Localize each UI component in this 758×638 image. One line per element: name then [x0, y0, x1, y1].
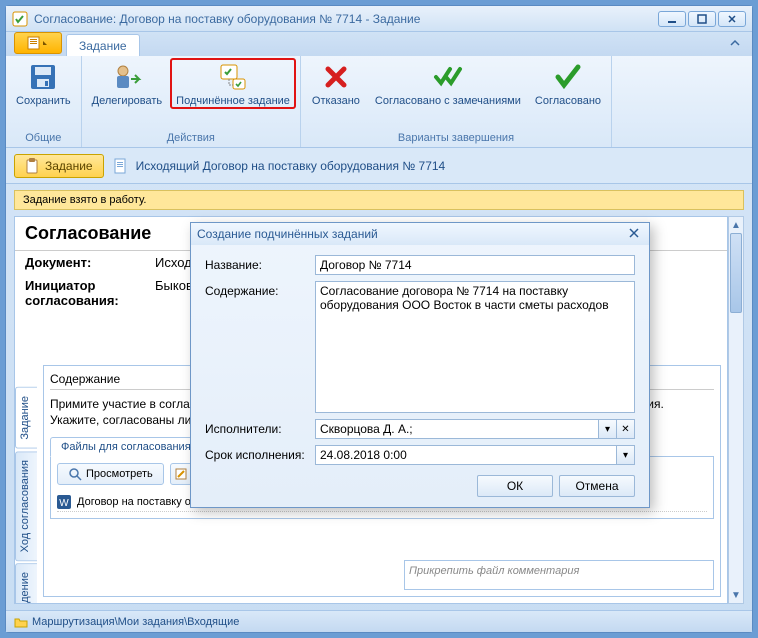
document-bar: Задание Исходящий Договор на поставку об…: [6, 148, 752, 184]
ribbon-btn-label: Сохранить: [16, 95, 71, 107]
dialog-close-button[interactable]: [627, 226, 643, 242]
clear-icon[interactable]: ✕: [616, 420, 634, 438]
ribbon-btn-label: Согласовано: [535, 95, 601, 107]
side-tab-task[interactable]: Задание: [15, 387, 37, 449]
check-icon: [552, 61, 584, 93]
ribbon-group-common: Сохранить Общие: [6, 56, 82, 147]
group-label: Общие: [25, 132, 61, 145]
task-icon: [12, 11, 28, 27]
dialog-row-name: Название:: [205, 255, 635, 275]
comment-attachment-box[interactable]: Прикрепить файл комментария: [404, 560, 714, 590]
content-textarea[interactable]: Согласование договора № 7714 на поставку…: [315, 281, 635, 413]
word-icon: W: [57, 495, 71, 509]
view-button[interactable]: Просмотреть: [57, 463, 164, 485]
executors-combo[interactable]: Скворцова Д. А.; ▾ ✕: [315, 419, 635, 439]
titlebar: Согласование: Договор на поставку оборуд…: [6, 6, 752, 32]
side-tab-approval[interactable]: Ход согласования: [15, 451, 37, 561]
minimize-button[interactable]: [658, 11, 686, 27]
ribbon-tab-label: Задание: [79, 39, 127, 53]
scroll-thumb[interactable]: [730, 233, 742, 313]
name-input[interactable]: [315, 255, 635, 275]
ribbon-btn-label: Отказано: [312, 95, 360, 107]
task-pill-label: Задание: [45, 159, 93, 173]
document-icon: [112, 158, 128, 174]
dropdown-icon[interactable]: ▾: [598, 420, 616, 438]
field-label: Исполнители:: [205, 419, 315, 436]
close-button[interactable]: [718, 11, 746, 27]
create-subtask-dialog: Создание подчинённых заданий Название: С…: [190, 222, 650, 508]
dialog-buttons: ОК Отмена: [205, 475, 635, 497]
folder-icon: [14, 616, 28, 628]
agreed-button[interactable]: Согласовано: [529, 58, 607, 107]
dialog-row-executors: Исполнители: Скворцова Д. А.; ▾ ✕: [205, 419, 635, 439]
group-label: Варианты завершения: [398, 132, 514, 145]
ribbon-tab-strip: Задание: [6, 32, 752, 56]
save-button[interactable]: Сохранить: [10, 58, 77, 107]
ribbon-btn-label: Согласовано с замечаниями: [375, 95, 521, 107]
field-label: Инициатор согласования:: [25, 278, 155, 308]
agreed-notes-button[interactable]: Согласовано с замечаниями: [369, 58, 527, 107]
subtask-button[interactable]: Подчинённое задание: [170, 58, 296, 109]
subtask-icon: [217, 61, 249, 93]
double-check-icon: [432, 61, 464, 93]
dialog-title: Создание подчинённых заданий: [197, 227, 378, 241]
delegate-icon: [111, 61, 143, 93]
delegate-button[interactable]: Делегировать: [86, 58, 169, 109]
field-label: Содержание:: [205, 281, 315, 298]
maximize-button[interactable]: [688, 11, 716, 27]
status-path: Маршрутизация\Мои задания\Входящие: [32, 616, 239, 628]
ribbon-btn-label: Делегировать: [92, 95, 163, 107]
ribbon-tab-task[interactable]: Задание: [66, 34, 140, 56]
executors-value: Скворцова Д. А.;: [320, 422, 413, 436]
collapse-ribbon-icon[interactable]: [728, 36, 744, 52]
svg-text:W: W: [59, 498, 69, 509]
cancel-button[interactable]: Отмена: [559, 475, 635, 497]
save-icon: [27, 61, 59, 93]
ribbon-btn-label: Подчинённое задание: [176, 95, 290, 107]
field-label: Название:: [205, 255, 315, 272]
scroll-up-icon[interactable]: ▲: [729, 217, 743, 233]
file-menu-button[interactable]: [14, 32, 62, 54]
side-tabs: Задание Ход согласования Обсуждение: [15, 387, 37, 604]
document-link[interactable]: Исходящий Договор на поставку оборудован…: [136, 159, 446, 173]
view-button-label: Просмотреть: [86, 468, 153, 480]
side-tab-discussion[interactable]: Обсуждение: [15, 563, 37, 604]
ribbon-group-completion: Отказано Согласовано с замечаниями Согла…: [301, 56, 612, 147]
scroll-down-icon[interactable]: ▼: [729, 587, 743, 603]
dialog-body: Название: Содержание: Согласование догов…: [191, 245, 649, 507]
deadline-combo[interactable]: 24.08.2018 0:00 ▾: [315, 445, 635, 465]
files-tab[interactable]: Файлы для согласования: [50, 437, 202, 457]
ribbon-group-actions: Делегировать Подчинённое задание Действи…: [82, 56, 301, 147]
ok-button[interactable]: ОК: [477, 475, 553, 497]
scrollbar-vertical[interactable]: ▲ ▼: [728, 216, 744, 604]
window-title: Согласование: Договор на поставку оборуд…: [34, 12, 658, 26]
message-bar: Задание взято в работу.: [14, 190, 744, 210]
window-controls: [658, 11, 746, 27]
dropdown-icon[interactable]: ▾: [616, 446, 634, 464]
statusbar: Маршрутизация\Мои задания\Входящие: [6, 610, 752, 632]
field-label: Срок исполнения:: [205, 445, 315, 462]
task-pill[interactable]: Задание: [14, 154, 104, 178]
group-label: Действия: [167, 132, 215, 145]
refused-button[interactable]: Отказано: [305, 58, 367, 107]
comment-placeholder: Прикрепить файл комментария: [409, 565, 579, 577]
dialog-titlebar: Создание подчинённых заданий: [191, 223, 649, 245]
dialog-row-deadline: Срок исполнения: 24.08.2018 0:00 ▾: [205, 445, 635, 465]
ribbon: Сохранить Общие Делегировать Подчинённое…: [6, 56, 752, 148]
clipboard-icon: [25, 158, 39, 174]
dialog-row-content: Содержание: Согласование договора № 7714…: [205, 281, 635, 413]
cross-icon: [320, 61, 352, 93]
deadline-value: 24.08.2018 0:00: [320, 448, 407, 462]
field-label: Документ:: [25, 255, 155, 270]
magnifier-icon: [68, 467, 82, 481]
